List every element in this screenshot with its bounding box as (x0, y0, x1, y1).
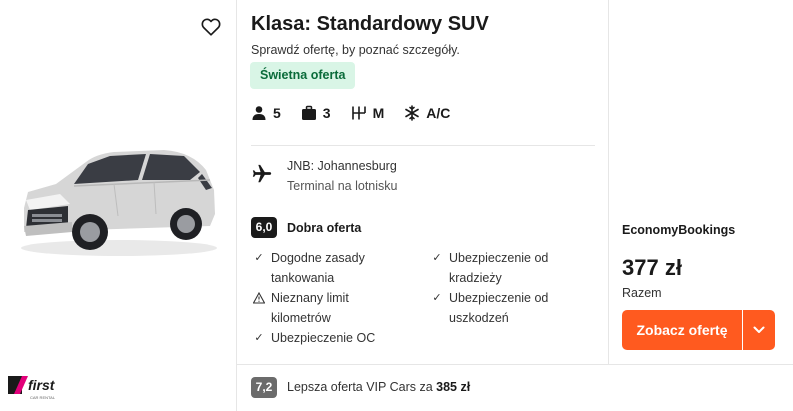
car-specs: 5 3 M A/C (251, 102, 470, 124)
alt-offer-text: Lepsza oferta VIP Cars za 385 zł (287, 380, 471, 394)
feature-item: Nieznany limit kilometrów (251, 288, 429, 328)
alt-offer-score: 7,2 (251, 377, 277, 398)
rating-label: Dobra oferta (287, 220, 362, 235)
car-image-panel[interactable]: first CAR RENTAL (0, 0, 237, 411)
car-class-title: Klasa: Standardowy SUV (251, 13, 489, 35)
supplier-logo: first CAR RENTAL (8, 376, 56, 400)
features-column-left: ✓ Dogodne zasady tankowania Nieznany limi… (251, 248, 429, 348)
alternative-offer[interactable]: 7,2 Lepsza oferta VIP Cars za 385 zł (237, 364, 793, 411)
deal-badge: Świetna oferta (250, 62, 356, 89)
spec-bags-value: 3 (322, 105, 331, 121)
features-list: ✓ Dogodne zasady tankowania Nieznany limi… (251, 248, 595, 348)
spec-bags: 3 (301, 105, 331, 121)
suitcase-icon (301, 105, 316, 120)
spec-transmission-value: M (372, 105, 385, 121)
features-column-right: ✓ Ubezpieczenie od kradzieży ✓ Ubezpiecze… (429, 248, 595, 348)
result-card: first CAR RENTAL Klasa: Standardowy SUV … (0, 0, 793, 411)
car-image (21, 150, 217, 256)
view-offer-group: Zobacz ofertę (622, 310, 775, 350)
price-panel: EconomyBookings 377 zł Razem Zobacz ofer… (609, 0, 793, 364)
feature-item: ✓ Ubezpieczenie od kradzieży (429, 248, 595, 288)
total-price: 377 zł (622, 255, 682, 280)
location-type: Terminal na lotnisku (287, 179, 398, 193)
supplier-logo-subtext: CAR RENTAL (30, 395, 56, 400)
spec-ac-value: A/C (426, 105, 451, 121)
snowflake-icon (405, 105, 420, 121)
chevron-down-icon (753, 326, 765, 333)
spec-passengers: 5 (251, 105, 281, 121)
divider (251, 145, 595, 146)
check-icon: ✓ (432, 252, 442, 264)
spec-passengers-value: 5 (273, 105, 281, 121)
feature-item: ✓ Dogodne zasady tankowania (251, 248, 429, 288)
spec-transmission: M (351, 105, 385, 121)
airplane-icon (252, 164, 272, 183)
provider-name: EconomyBookings (622, 223, 736, 237)
view-offer-button[interactable]: Zobacz ofertę (622, 310, 742, 350)
check-icon: ✓ (254, 332, 264, 344)
pickup-location: JNB: Johannesburg Terminal na lotnisku (251, 156, 397, 196)
details-panel: Klasa: Standardowy SUV Sprawdź ofertę, b… (237, 0, 609, 364)
feature-item: ✓ Ubezpieczenie od uszkodzeń (429, 288, 595, 328)
feature-item: ✓ Ubezpieczenie OC (251, 328, 429, 348)
rating-score: 6,0 (251, 217, 277, 238)
price-label: Razem (622, 286, 662, 300)
location-code: JNB: Johannesburg (287, 159, 397, 173)
alt-offer-price: 385 zł (436, 380, 471, 394)
check-icon: ✓ (432, 292, 442, 304)
more-offers-dropdown[interactable] (743, 310, 775, 350)
gearshift-icon (351, 106, 366, 120)
person-icon (252, 106, 266, 120)
check-icon: ✓ (254, 252, 264, 264)
supplier-logo-text: first (28, 377, 56, 393)
car-subtitle: Sprawdź ofertę, by poznać szczegóły. (251, 43, 460, 57)
warning-icon (251, 288, 267, 328)
spec-ac: A/C (404, 105, 450, 121)
heart-icon[interactable] (200, 16, 222, 38)
deal-rating: 6,0 Dobra oferta (251, 217, 361, 238)
